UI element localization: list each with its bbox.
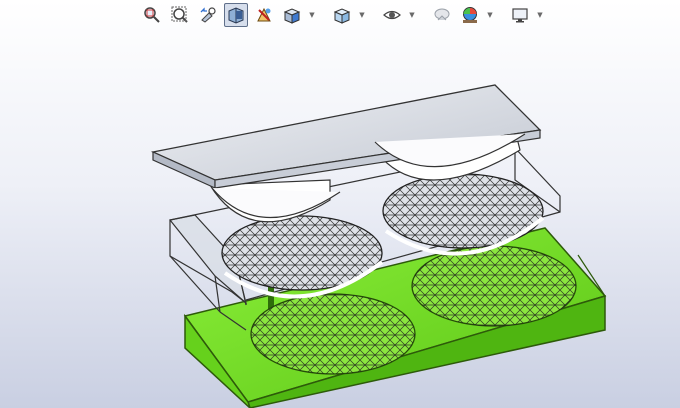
apply-scene-dropdown[interactable]: ▼ <box>486 4 494 26</box>
zoom-to-area-icon <box>171 6 188 23</box>
section-view-button[interactable] <box>224 3 248 27</box>
chevron-down-icon: ▼ <box>359 11 365 19</box>
chevron-down-icon: ▼ <box>487 11 493 19</box>
view-toolbar: ▼ ▼ ▼ ▼ ▼ <box>140 3 544 27</box>
zoom-to-area-button[interactable] <box>168 3 192 27</box>
zoom-to-fit-icon <box>144 7 160 23</box>
dynamic-annotation-button[interactable] <box>252 3 276 27</box>
hide-show-items-button[interactable] <box>380 3 404 27</box>
section-view-icon <box>228 7 244 24</box>
apply-scene-icon <box>463 7 477 23</box>
hide-show-items-dropdown[interactable]: ▼ <box>408 4 416 26</box>
hide-show-items-icon <box>383 10 401 20</box>
graphics-viewport[interactable] <box>0 30 680 408</box>
view-orientation-button[interactable] <box>280 3 304 27</box>
cad-model <box>150 84 607 408</box>
zoom-to-fit-button[interactable] <box>140 3 164 27</box>
previous-view-icon <box>200 7 216 23</box>
edit-appearance-button[interactable] <box>430 3 454 27</box>
view-settings-dropdown[interactable]: ▼ <box>536 4 544 26</box>
edit-appearance-icon <box>434 8 450 21</box>
view-settings-icon <box>512 8 528 23</box>
chevron-down-icon: ▼ <box>309 11 315 19</box>
view-settings-button[interactable] <box>508 3 532 27</box>
display-style-icon <box>333 8 351 24</box>
previous-view-button[interactable] <box>196 3 220 27</box>
chevron-down-icon: ▼ <box>409 11 415 19</box>
display-style-button[interactable] <box>330 3 354 27</box>
display-style-dropdown[interactable]: ▼ <box>358 4 366 26</box>
chevron-down-icon: ▼ <box>537 11 543 19</box>
view-orientation-icon <box>283 8 301 24</box>
dynamic-annotation-icon <box>257 7 271 22</box>
apply-scene-button[interactable] <box>458 3 482 27</box>
view-orientation-dropdown[interactable]: ▼ <box>308 4 316 26</box>
